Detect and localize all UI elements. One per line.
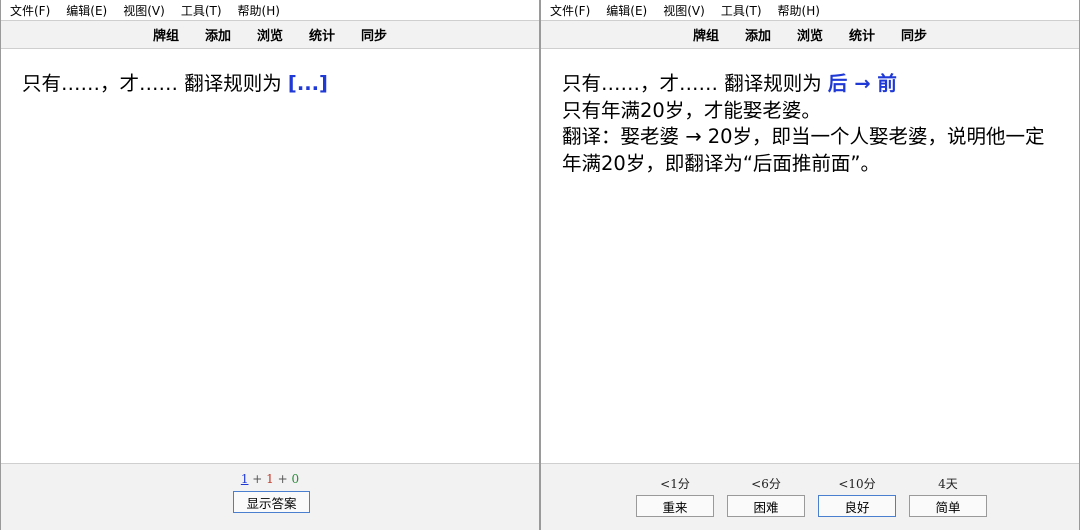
top-toolbar: 牌组 添加 浏览 统计 同步 xyxy=(541,20,1079,49)
toolbar-add[interactable]: 添加 xyxy=(205,25,231,44)
toolbar-decks[interactable]: 牌组 xyxy=(153,25,179,44)
hard-button[interactable]: 困难 xyxy=(727,495,805,517)
easy-button[interactable]: 简单 xyxy=(909,495,987,517)
card-content: 只有……，才…… 翻译规则为 [...] xyxy=(1,49,539,463)
menu-bar: 文件(F) 编辑(E) 视图(V) 工具(T) 帮助(H) xyxy=(1,0,539,20)
menu-tools[interactable]: 工具(T) xyxy=(721,2,762,19)
good-button[interactable]: 良好 xyxy=(818,495,896,517)
count-separator: + xyxy=(273,472,292,486)
card-question: 只有……，才…… 翻译规则为 [...] xyxy=(22,71,519,98)
menu-edit[interactable]: 编辑(E) xyxy=(606,2,647,19)
toolbar-sync[interactable]: 同步 xyxy=(361,25,387,44)
answer-buttons: <1分 重来 <6分 困难 <10分 良好 4天 简单 xyxy=(541,476,1079,524)
menu-tools[interactable]: 工具(T) xyxy=(181,2,222,19)
cloze-answer: 后 → 前 xyxy=(827,72,897,95)
question-text: 只有……，才…… 翻译规则为 xyxy=(562,72,828,95)
menu-file[interactable]: 文件(F) xyxy=(550,2,590,19)
toolbar-decks[interactable]: 牌组 xyxy=(693,25,719,44)
review-window-answer: 文件(F) 编辑(E) 视图(V) 工具(T) 帮助(H) 牌组 添加 浏览 统… xyxy=(540,0,1080,530)
ease-hard: <6分 困难 xyxy=(727,476,805,517)
toolbar-browse[interactable]: 浏览 xyxy=(257,25,283,44)
show-answer-button[interactable]: 显示答案 xyxy=(233,491,310,513)
interval-label: <6分 xyxy=(751,477,781,491)
toolbar-add[interactable]: 添加 xyxy=(745,25,771,44)
top-toolbar: 牌组 添加 浏览 统计 同步 xyxy=(1,20,539,49)
interval-label: 4天 xyxy=(938,477,958,491)
cloze-placeholder: [...] xyxy=(287,72,328,95)
question-text: 只有……，才…… 翻译规则为 xyxy=(22,72,288,95)
toolbar-browse[interactable]: 浏览 xyxy=(797,25,823,44)
count-review: 0 xyxy=(291,472,300,486)
card-answer-line: 翻译：娶老婆 → 20岁，即当一个人娶老婆，说明他一定 xyxy=(562,125,1045,148)
menu-file[interactable]: 文件(F) xyxy=(10,2,50,19)
toolbar-stats[interactable]: 统计 xyxy=(849,25,875,44)
again-button[interactable]: 重来 xyxy=(636,495,714,517)
interval-label: <10分 xyxy=(838,477,876,491)
toolbar-stats[interactable]: 统计 xyxy=(309,25,335,44)
menu-help[interactable]: 帮助(H) xyxy=(778,2,820,19)
interval-label: <1分 xyxy=(660,477,690,491)
ease-easy: 4天 简单 xyxy=(909,476,987,517)
count-separator: + xyxy=(248,472,267,486)
bottom-bar: 1 + 1 + 0 显示答案 xyxy=(1,463,539,530)
toolbar-sync[interactable]: 同步 xyxy=(901,25,927,44)
menu-view[interactable]: 视图(V) xyxy=(663,2,705,19)
card-answer-line: 只有年满20岁，才能娶老婆。 xyxy=(562,98,821,122)
due-counts: 1 + 1 + 0 xyxy=(1,472,539,486)
card-answer-line: 年满20岁，即翻译为“后面推前面”。 xyxy=(562,151,881,175)
count-learning: 1 xyxy=(266,472,274,486)
ease-good: <10分 良好 xyxy=(818,476,896,517)
bottom-bar: <1分 重来 <6分 困难 <10分 良好 4天 简单 xyxy=(541,463,1079,530)
review-window-question: 文件(F) 编辑(E) 视图(V) 工具(T) 帮助(H) 牌组 添加 浏览 统… xyxy=(0,0,540,530)
menu-view[interactable]: 视图(V) xyxy=(123,2,165,19)
menu-bar: 文件(F) 编辑(E) 视图(V) 工具(T) 帮助(H) xyxy=(541,0,1079,20)
menu-help[interactable]: 帮助(H) xyxy=(238,2,280,19)
menu-edit[interactable]: 编辑(E) xyxy=(66,2,107,19)
card-content: 只有……，才…… 翻译规则为 后 → 前 只有年满20岁，才能娶老婆。 翻译：娶… xyxy=(541,49,1079,463)
screenshot-stage: 文件(F) 编辑(E) 视图(V) 工具(T) 帮助(H) 牌组 添加 浏览 统… xyxy=(0,0,1080,530)
card-question: 只有……，才…… 翻译规则为 后 → 前 xyxy=(562,71,1059,98)
ease-again: <1分 重来 xyxy=(636,476,714,517)
